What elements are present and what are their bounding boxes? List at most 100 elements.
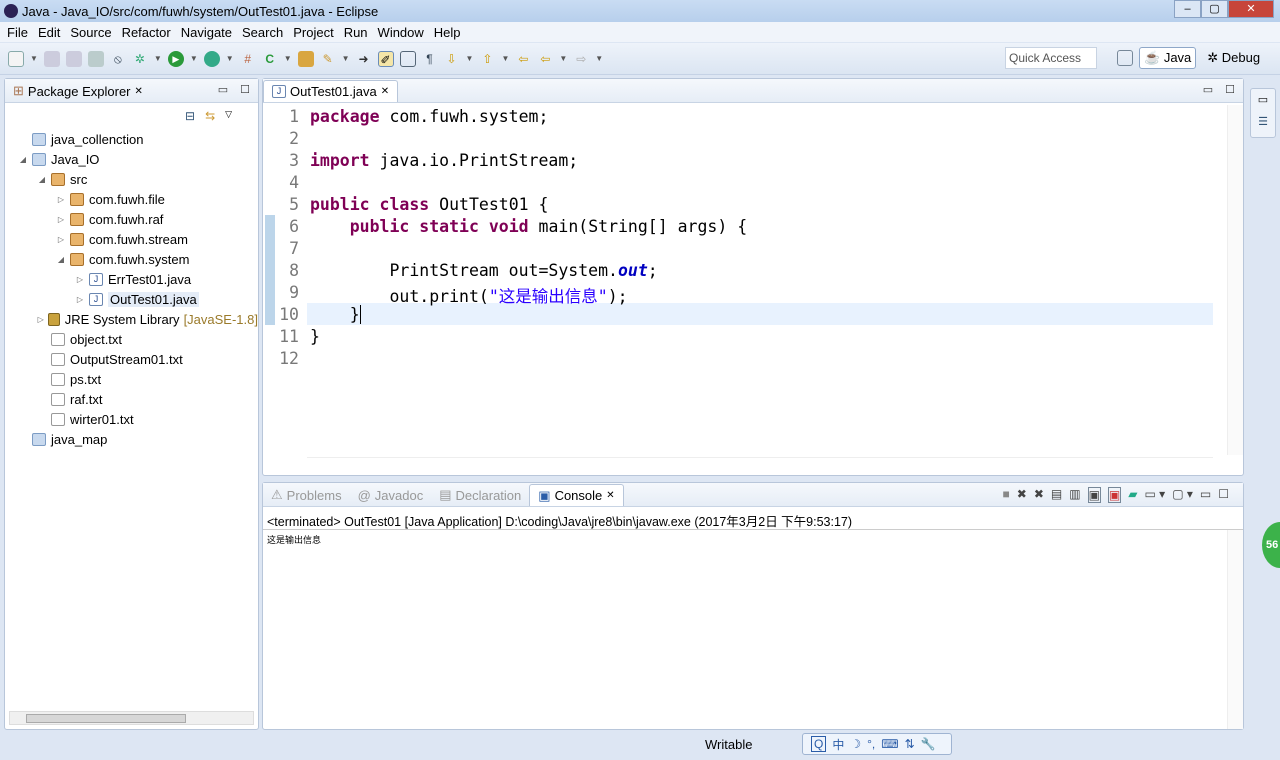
save-all-icon[interactable] (65, 50, 82, 67)
tab-outtest01-java[interactable]: J OutTest01.java ✕ (263, 80, 399, 102)
terminate-icon[interactable]: ■ (1003, 487, 1010, 503)
maximize-icon[interactable]: ☐ (1218, 487, 1229, 503)
block-selection-icon[interactable] (399, 50, 416, 67)
show-on-stderr-icon[interactable]: ▣ (1107, 487, 1122, 503)
tab-problems[interactable]: ⚠ Problems (263, 484, 350, 506)
ime-tools-icon[interactable]: 🔧 (921, 737, 936, 751)
new-icon[interactable] (8, 50, 24, 67)
pin-console-icon[interactable]: ▰ (1128, 487, 1137, 503)
next-annotation-icon[interactable]: ➜ (356, 51, 372, 67)
minimize-icon[interactable]: ▭ (1203, 83, 1213, 96)
menu-edit[interactable]: Edit (33, 25, 65, 40)
tree-item[interactable]: OutputStream01.txt (5, 349, 258, 369)
menu-search[interactable]: Search (237, 25, 288, 40)
tree-item[interactable]: ◢ Java_IO (5, 149, 258, 169)
open-console-icon[interactable]: ▢ ▾ (1172, 487, 1193, 503)
mark-occurrences-icon[interactable]: ✐ (377, 50, 394, 67)
ime-logo-icon[interactable]: Q (811, 736, 827, 752)
maximize-button[interactable]: ▢ (1201, 0, 1228, 18)
display-console-icon[interactable]: ▭ ▾ (1144, 487, 1165, 503)
forward-icon[interactable]: ⇨ (573, 51, 589, 67)
external-tools-icon[interactable] (203, 50, 220, 67)
word-wrap-icon[interactable]: ▥ (1069, 487, 1080, 503)
view-menu-icon[interactable]: ▽ (225, 109, 232, 123)
maximize-icon[interactable]: ☐ (240, 83, 250, 96)
menu-run[interactable]: Run (339, 25, 373, 40)
editor-horizontal-scrollbar[interactable] (307, 457, 1213, 471)
tree-item[interactable]: ◢ src (5, 169, 258, 189)
new-class-icon[interactable]: C (262, 51, 278, 67)
menu-refactor[interactable]: Refactor (117, 25, 176, 40)
quick-access-input[interactable]: Quick Access (1005, 47, 1097, 69)
expand-toggle-icon[interactable]: ▷ (36, 315, 45, 324)
menu-window[interactable]: Window (373, 25, 429, 40)
close-tab-icon[interactable]: ✕ (135, 86, 143, 97)
tree-item[interactable]: ▷ com.fuwh.file (5, 189, 258, 209)
ime-sort-icon[interactable]: ⇅ (905, 737, 915, 751)
scroll-lock-icon[interactable]: ▤ (1051, 487, 1062, 503)
tree-item[interactable]: java_map (5, 429, 258, 449)
show-on-stdout-icon[interactable]: ▣ (1087, 487, 1101, 503)
expand-toggle-icon[interactable]: ▷ (74, 275, 86, 284)
tab-package-explorer[interactable]: ⊞ Package Explorer ✕ (5, 80, 151, 102)
menu-file[interactable]: File (2, 25, 33, 40)
console-scrollbar[interactable] (1227, 530, 1243, 729)
new-package-icon[interactable]: # (240, 51, 256, 67)
ime-keyboard-icon[interactable]: ⌨ (881, 737, 898, 751)
horizontal-scrollbar[interactable] (9, 711, 254, 725)
minimize-icon[interactable]: ▭ (218, 83, 228, 96)
back-icon[interactable]: ⇦ (537, 51, 553, 67)
next-annotation-down-icon[interactable]: ⇩ (444, 51, 460, 67)
tab-javadoc[interactable]: @ Javadoc (350, 484, 432, 506)
expand-toggle-icon[interactable]: ▷ (74, 295, 86, 304)
console-output-area[interactable] (263, 529, 1243, 729)
ime-punct-icon[interactable]: °, (867, 737, 875, 751)
tree-item[interactable]: java_collenction (5, 129, 258, 149)
tree-item[interactable]: ps.txt (5, 369, 258, 389)
minimize-button[interactable]: – (1174, 0, 1201, 18)
tree-item[interactable]: ▷ com.fuwh.stream (5, 229, 258, 249)
close-tab-icon[interactable]: ✕ (606, 490, 614, 501)
code-area[interactable]: 1 package com.fuwh.system; 2 3 import java.i… (263, 105, 1243, 455)
ime-chinese[interactable]: 中 (832, 736, 844, 753)
save-icon[interactable] (43, 50, 60, 67)
tree-item[interactable]: ▷ JRE System Library [JavaSE-1.8] (5, 309, 258, 329)
expand-toggle-icon[interactable]: ◢ (36, 175, 48, 184)
menu-navigate[interactable]: Navigate (176, 25, 237, 40)
open-perspective-icon[interactable] (1117, 50, 1133, 66)
prev-annotation-icon[interactable]: ⇧ (479, 51, 495, 67)
perspective-java[interactable]: ☕ Java (1139, 47, 1197, 69)
run-icon[interactable]: ▶ (167, 50, 184, 67)
tree-item[interactable]: object.txt (5, 329, 258, 349)
menu-source[interactable]: Source (65, 25, 116, 40)
maximize-icon[interactable]: ☐ (1225, 83, 1235, 96)
debug-icon[interactable]: ✲ (132, 51, 148, 67)
skip-breakpoints-icon[interactable]: ⦸ (110, 51, 126, 67)
restore-icon[interactable]: ▭ (1251, 89, 1275, 111)
close-button[interactable]: ✕ (1228, 0, 1274, 18)
expand-toggle-icon[interactable]: ▷ (55, 235, 67, 244)
search-icon[interactable]: ✎ (320, 51, 336, 67)
tree-item[interactable]: raf.txt (5, 389, 258, 409)
tree-item[interactable]: ▷ com.fuwh.raf (5, 209, 258, 229)
tab-console[interactable]: ▣ Console ✕ (529, 484, 624, 506)
tab-declaration[interactable]: ▤ Declaration (431, 484, 529, 506)
link-editor-icon[interactable]: ⇆ (205, 109, 215, 123)
tree-item[interactable]: ▷ J ErrTest01.java (5, 269, 258, 289)
vertical-scrollbar[interactable] (1227, 105, 1243, 455)
expand-toggle-icon[interactable]: ▷ (55, 215, 67, 224)
remove-launch-icon[interactable]: ✖ (1017, 487, 1027, 503)
outline-icon[interactable]: ☰ (1251, 111, 1275, 133)
show-whitespace-icon[interactable]: ¶ (422, 51, 438, 67)
tree-item[interactable]: wirter01.txt (5, 409, 258, 429)
close-tab-icon[interactable]: ✕ (381, 86, 389, 97)
expand-toggle-icon[interactable]: ▷ (55, 195, 67, 204)
ime-moon-icon[interactable]: ☽ (850, 737, 861, 751)
collapse-all-icon[interactable]: ⊟ (185, 109, 195, 123)
open-type-icon[interactable] (297, 50, 314, 67)
menu-help[interactable]: Help (429, 25, 466, 40)
tree-item[interactable]: ▷ J OutTest01.java (5, 289, 258, 309)
last-edit-icon[interactable]: ⇦ (515, 51, 531, 67)
minimize-icon[interactable]: ▭ (1200, 487, 1211, 503)
remove-all-icon[interactable]: ✖ (1034, 487, 1044, 503)
